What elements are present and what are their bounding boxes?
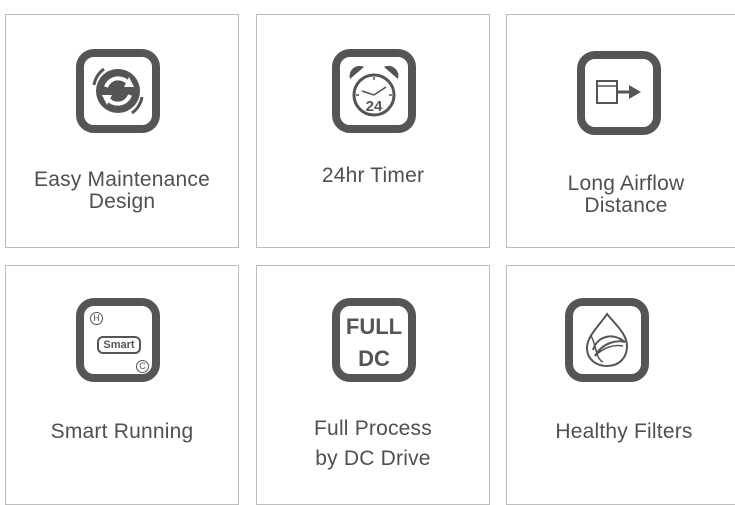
- feature-label-line: Design: [88, 190, 156, 213]
- feature-label: Full Process by DC Drive: [257, 418, 489, 470]
- smart-badge: Smart: [97, 336, 141, 354]
- feature-card-airflow: Long Airflow Distance: [506, 14, 735, 248]
- feature-label: Long Airflow Distance: [507, 173, 735, 217]
- feature-label-line: Long Airflow: [567, 172, 685, 195]
- feature-label: Healthy Filters: [505, 421, 735, 443]
- feature-label: Easy Maintenance Design: [6, 169, 238, 213]
- feature-label-line: Distance: [584, 194, 668, 217]
- feature-label-line: 24hr Timer: [321, 164, 425, 187]
- alarm-clock-icon: 24: [332, 49, 416, 133]
- smart-mode-icon: H Smart C: [76, 298, 160, 382]
- feature-card-healthy-filters: Healthy Filters: [506, 265, 735, 505]
- feature-label-line: Full Process: [314, 417, 432, 440]
- feature-label-line: by DC Drive: [315, 447, 431, 470]
- clock-label: 24: [365, 98, 383, 115]
- airflow-arrow-icon: [577, 51, 661, 135]
- feature-label-line: Easy Maintenance: [34, 168, 210, 191]
- feature-card-easy-maintenance: Easy Maintenance Design: [5, 14, 239, 248]
- feature-label: Smart Running: [6, 421, 238, 443]
- full-dc-icon: FULL DC: [332, 298, 416, 382]
- feature-label-line: Healthy Filters: [555, 420, 693, 443]
- dc-line-1: FULL: [345, 314, 403, 339]
- feature-label-line: Smart Running: [50, 420, 194, 443]
- leaf-drop-icon: [565, 298, 649, 382]
- feature-card-smart-running: H Smart C Smart Running: [5, 265, 239, 505]
- refresh-arrows-icon: [76, 49, 160, 133]
- h-mode-icon: H: [90, 312, 103, 325]
- dc-line-2: DC: [358, 346, 390, 371]
- feature-card-dc-drive: FULL DC Full Process by DC Drive: [256, 265, 490, 505]
- feature-card-timer: 24 24hr Timer: [256, 14, 490, 248]
- c-mode-icon: C: [136, 360, 149, 373]
- feature-grid: Easy Maintenance Design 24 24hr Timer Lo…: [0, 0, 735, 505]
- feature-label: 24hr Timer: [257, 165, 489, 187]
